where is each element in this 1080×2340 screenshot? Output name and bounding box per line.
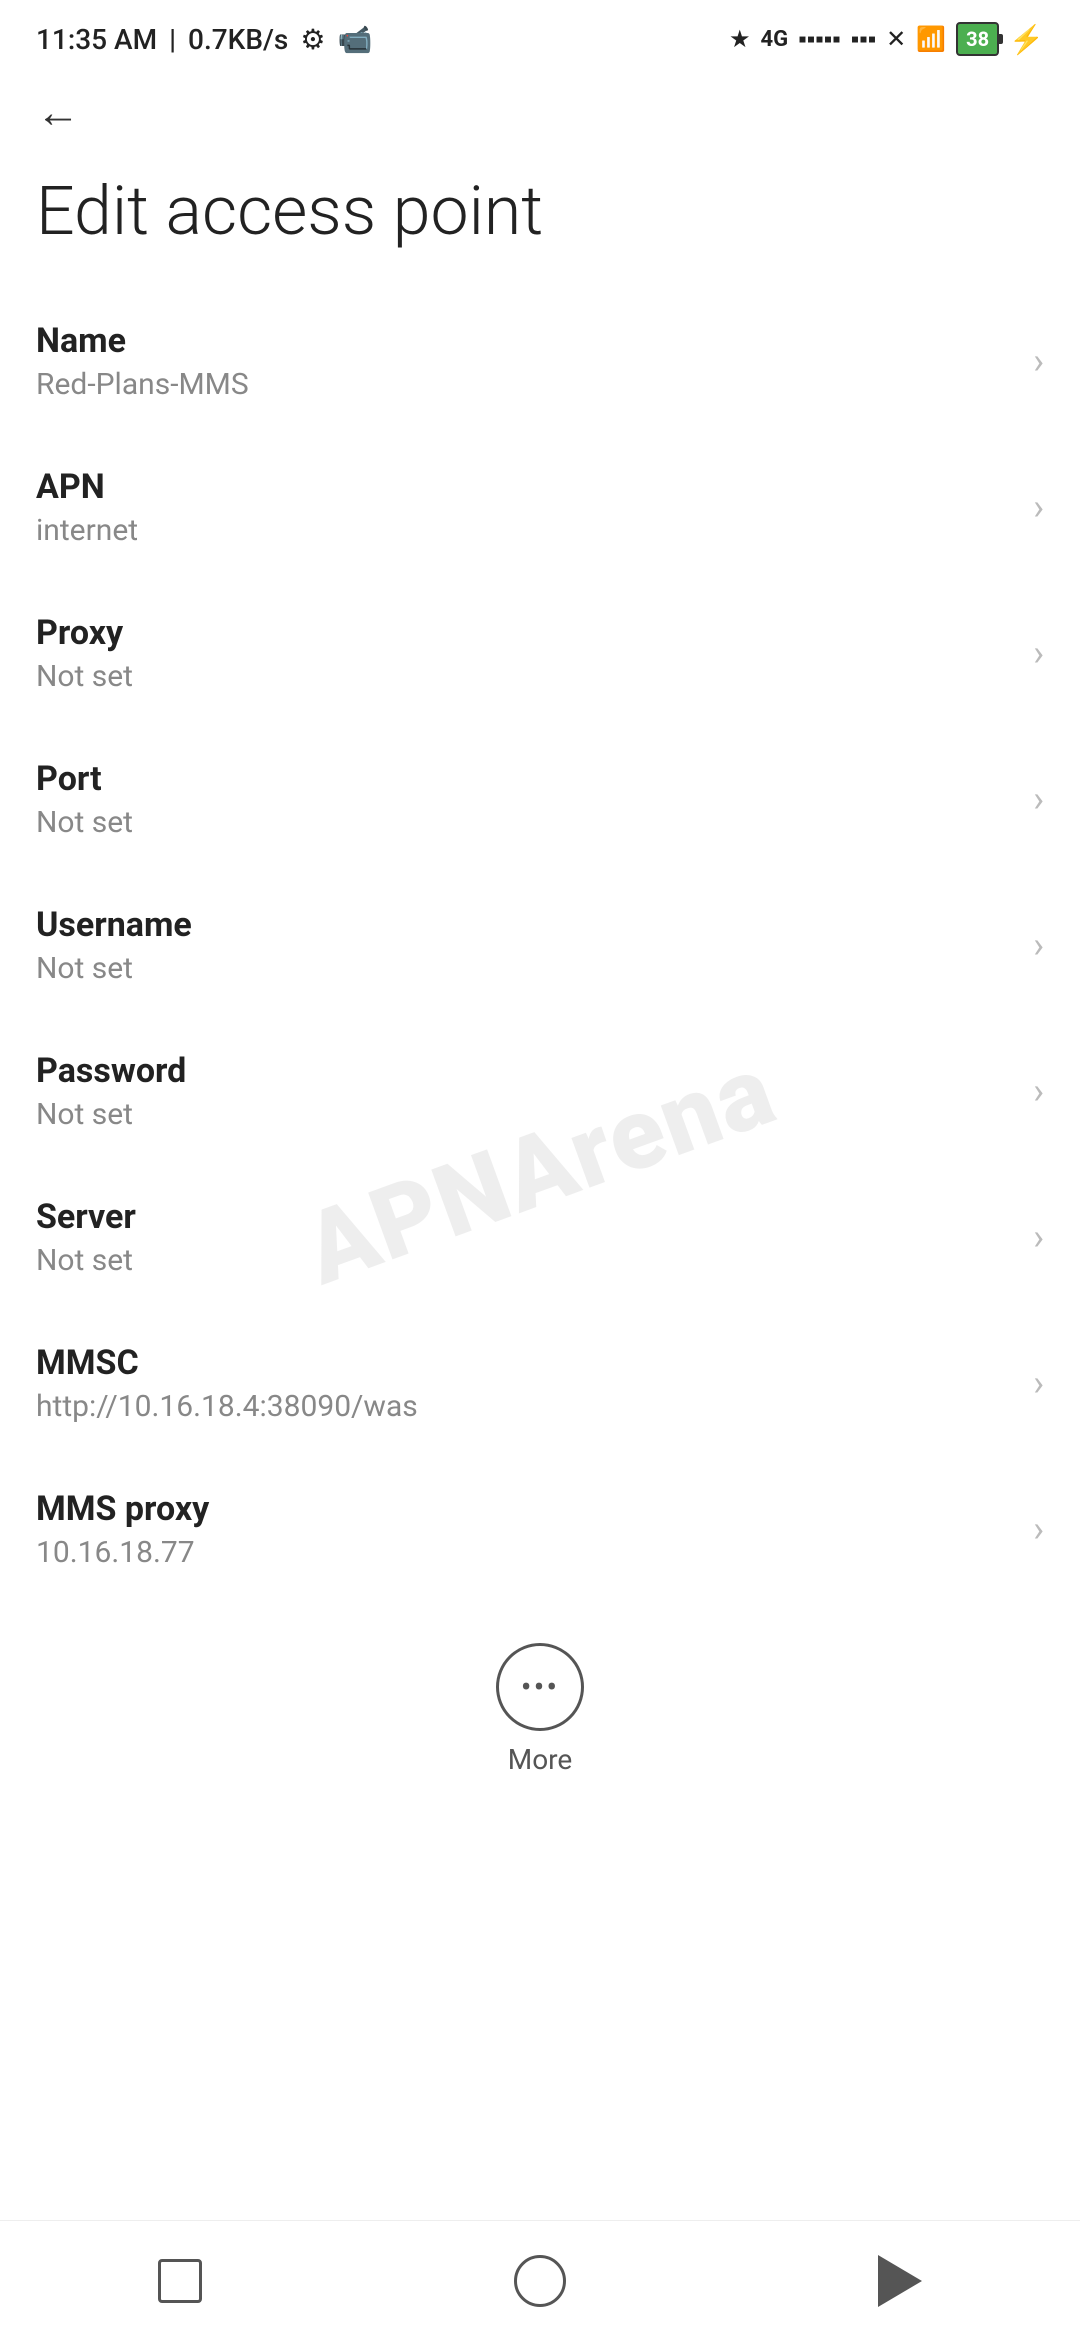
settings-label-server: Server — [36, 1197, 1013, 1237]
signal-bars2-icon: ▪▪▪ — [851, 25, 877, 54]
settings-item-content-password: Password Not set — [36, 1051, 1013, 1132]
signal-4g-icon: 4G — [760, 27, 788, 52]
settings-icon: ⚙ — [300, 23, 325, 56]
settings-item-content-mms-proxy: MMS proxy 10.16.18.77 — [36, 1489, 1013, 1570]
settings-label-name: Name — [36, 321, 1013, 361]
status-bar-left: 11:35 AM | 0.7KB/s ⚙ 📹 — [36, 23, 372, 56]
settings-item-proxy[interactable]: Proxy Not set › — [0, 581, 1080, 727]
home-button[interactable] — [490, 2231, 590, 2331]
data-speed: 0.7KB/s — [188, 23, 288, 56]
settings-item-content-username: Username Not set — [36, 905, 1013, 986]
settings-value-name: Red-Plans-MMS — [36, 367, 1013, 402]
battery-indicator: 38 — [956, 22, 999, 56]
settings-item-username[interactable]: Username Not set › — [0, 873, 1080, 1019]
settings-list: Name Red-Plans-MMS › APN internet › Prox… — [0, 289, 1080, 1603]
settings-item-content-apn: APN internet — [36, 467, 1013, 548]
settings-value-server: Not set — [36, 1243, 1013, 1278]
more-dots-icon: ••• — [521, 1671, 559, 1703]
back-nav-button[interactable] — [850, 2231, 950, 2331]
back-arrow-icon: ← — [36, 86, 80, 138]
settings-label-proxy: Proxy — [36, 613, 1013, 653]
wifi-icon: 📶 — [916, 25, 946, 53]
chevron-right-icon-port: › — [1033, 778, 1044, 820]
settings-item-content-mmsc: MMSC http://10.16.18.4:38090/was — [36, 1343, 1013, 1424]
settings-label-password: Password — [36, 1051, 1013, 1091]
settings-item-server[interactable]: Server Not set › — [0, 1165, 1080, 1311]
chevron-right-icon-mmsc: › — [1033, 1362, 1044, 1404]
settings-item-content-server: Server Not set — [36, 1197, 1013, 1278]
chevron-right-icon-username: › — [1033, 924, 1044, 966]
settings-label-apn: APN — [36, 467, 1013, 507]
chevron-right-icon-proxy: › — [1033, 632, 1044, 674]
home-icon — [514, 2255, 566, 2307]
more-circle-icon: ••• — [496, 1643, 584, 1731]
settings-item-apn[interactable]: APN internet › — [0, 435, 1080, 581]
settings-value-username: Not set — [36, 951, 1013, 986]
camera-icon: 📹 — [337, 23, 372, 56]
signal-x-icon: ✕ — [886, 25, 906, 53]
chevron-right-icon-password: › — [1033, 1070, 1044, 1112]
settings-item-content-proxy: Proxy Not set — [36, 613, 1013, 694]
settings-item-name[interactable]: Name Red-Plans-MMS › — [0, 289, 1080, 435]
charging-icon: ⚡ — [1009, 23, 1044, 56]
settings-label-username: Username — [36, 905, 1013, 945]
status-bar-right: ★ 4G ▪▪▪▪▪ ▪▪▪ ✕ 📶 38 ⚡ — [729, 22, 1044, 56]
signal-bars-icon: ▪▪▪▪▪ — [798, 25, 841, 54]
recent-apps-button[interactable] — [130, 2231, 230, 2331]
battery-level: 38 — [966, 27, 989, 51]
settings-value-proxy: Not set — [36, 659, 1013, 694]
settings-item-content-port: Port Not set — [36, 759, 1013, 840]
settings-item-mms-proxy[interactable]: MMS proxy 10.16.18.77 › — [0, 1457, 1080, 1603]
settings-item-content-name: Name Red-Plans-MMS — [36, 321, 1013, 402]
chevron-right-icon-server: › — [1033, 1216, 1044, 1258]
speed-display: | — [169, 23, 176, 56]
settings-label-port: Port — [36, 759, 1013, 799]
more-button[interactable]: ••• More — [0, 1603, 1080, 1816]
chevron-right-icon-mms-proxy: › — [1033, 1508, 1044, 1550]
bluetooth-icon: ★ — [729, 25, 751, 53]
back-nav-icon — [878, 2255, 922, 2307]
more-label: More — [508, 1743, 573, 1776]
settings-value-password: Not set — [36, 1097, 1013, 1132]
settings-value-mmsc: http://10.16.18.4:38090/was — [36, 1389, 1013, 1424]
settings-label-mms-proxy: MMS proxy — [36, 1489, 1013, 1529]
settings-label-mmsc: MMSC — [36, 1343, 1013, 1383]
settings-value-mms-proxy: 10.16.18.77 — [36, 1535, 1013, 1570]
chevron-right-icon-apn: › — [1033, 486, 1044, 528]
back-button[interactable]: ← — [0, 70, 1080, 144]
settings-item-port[interactable]: Port Not set › — [0, 727, 1080, 873]
settings-item-mmsc[interactable]: MMSC http://10.16.18.4:38090/was › — [0, 1311, 1080, 1457]
page-title: Edit access point — [0, 144, 1080, 289]
navigation-bar — [0, 2220, 1080, 2340]
recent-apps-icon — [158, 2259, 202, 2303]
settings-value-apn: internet — [36, 513, 1013, 548]
time-display: 11:35 AM — [36, 23, 157, 56]
status-bar: 11:35 AM | 0.7KB/s ⚙ 📹 ★ 4G ▪▪▪▪▪ ▪▪▪ ✕ … — [0, 0, 1080, 70]
chevron-right-icon-name: › — [1033, 340, 1044, 382]
settings-value-port: Not set — [36, 805, 1013, 840]
settings-item-password[interactable]: Password Not set › — [0, 1019, 1080, 1165]
